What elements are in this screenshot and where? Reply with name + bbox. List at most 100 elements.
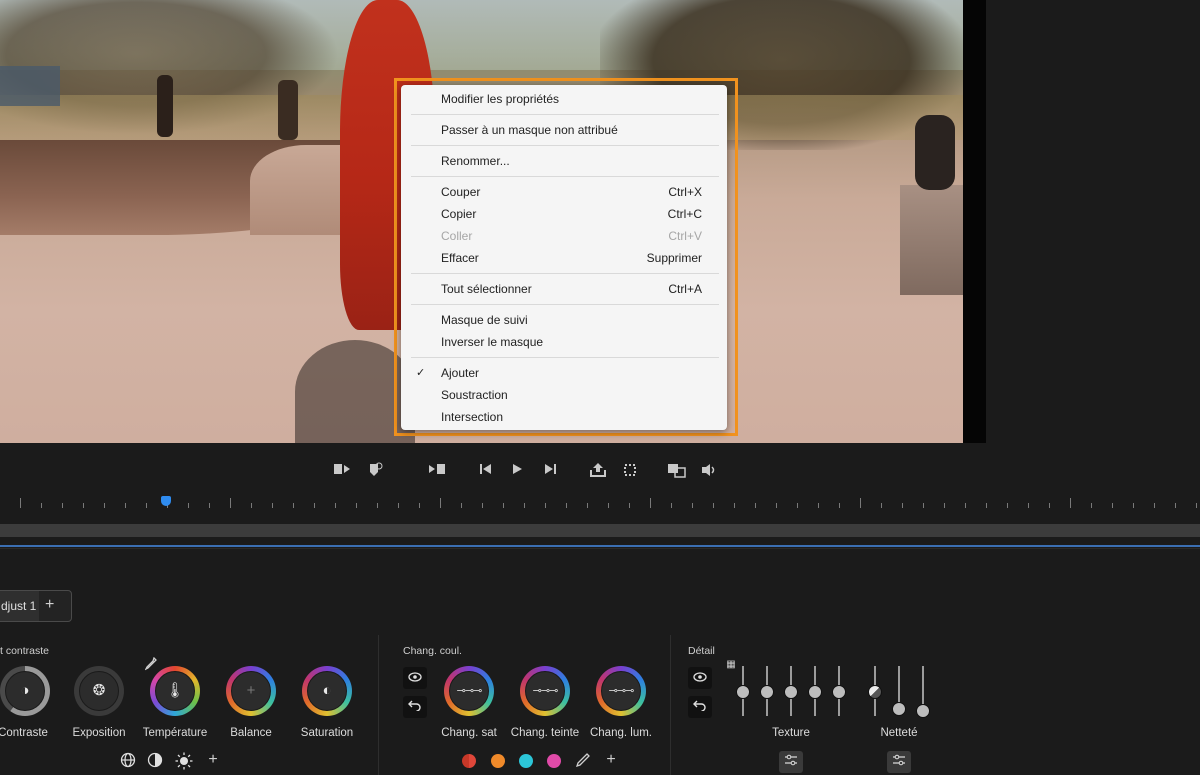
menu-item-effacer[interactable]: Effacer Supprimer (401, 247, 727, 269)
ruler-tick (335, 503, 336, 508)
eye-icon (693, 672, 707, 682)
timeline-ruler[interactable] (0, 496, 1200, 514)
go-to-out-icon[interactable] (539, 462, 561, 480)
add-tab-button[interactable]: + (45, 596, 54, 614)
saturation-icon: ◐ (307, 671, 347, 711)
menu-item-masque-non-attribue[interactable]: Passer à un masque non attribué (401, 119, 727, 141)
brightness-icon[interactable] (174, 752, 194, 773)
chang-teinte-knob[interactable]: ⊸⊸⊸ (520, 666, 570, 716)
track-divider (0, 545, 1200, 547)
temperature-knob[interactable]: 🌡 (150, 666, 200, 716)
balance-knob[interactable]: + (226, 666, 276, 716)
ruler-tick (440, 498, 441, 508)
sharpness-slider-knob[interactable] (892, 702, 906, 716)
half-circle-icon[interactable] (145, 752, 165, 771)
add-adjustment-icon[interactable]: + (203, 751, 223, 769)
play-icon[interactable] (506, 462, 528, 480)
video-ramp (900, 185, 963, 295)
ruler-tick (944, 503, 945, 508)
chang-sat-knob[interactable]: ⊸⊸⊸ (444, 666, 494, 716)
menu-item-ajouter[interactable]: ✓ Ajouter (401, 362, 727, 384)
chang-lum-knob[interactable]: ⊸⊸⊸ (596, 666, 646, 716)
track-divider-shadow (0, 548, 1200, 549)
reset-button[interactable] (403, 696, 427, 718)
globe-icon[interactable] (118, 752, 138, 771)
volume-icon[interactable] (698, 462, 720, 480)
texture-slider-knob[interactable] (760, 685, 774, 699)
loop-icon[interactable] (619, 462, 641, 480)
texture-settings-button[interactable] (779, 751, 803, 773)
export-frame-icon[interactable] (587, 462, 609, 480)
menu-item-couper[interactable]: Couper Ctrl+X (401, 181, 727, 203)
menu-separator (411, 176, 719, 177)
mark-in-icon[interactable] (331, 462, 353, 480)
menu-separator (411, 273, 719, 274)
video-background-skater (278, 80, 298, 140)
ruler-tick (881, 503, 882, 508)
ruler-tick (587, 503, 588, 508)
undo-icon (408, 700, 421, 712)
ruler-tick (104, 503, 105, 508)
marker-icon[interactable] (364, 462, 386, 480)
video-seated-person (915, 115, 955, 190)
detail-reset-button[interactable] (688, 696, 712, 718)
menu-item-intersection[interactable]: Intersection (401, 406, 727, 428)
exposure-knob[interactable]: ❂ (74, 666, 124, 716)
red-swatch[interactable] (462, 754, 476, 768)
menu-item-renommer[interactable]: Renommer... (401, 150, 727, 172)
texture-slider-knob[interactable] (832, 685, 846, 699)
add-color-icon[interactable]: + (601, 751, 621, 769)
sharpness-slider-knob[interactable] (868, 685, 882, 699)
menu-item-inverser-masque[interactable]: Inverser le masque (401, 331, 727, 353)
section-contrast-label: t contraste (0, 645, 50, 657)
ruler-tick (314, 503, 315, 508)
ruler-tick (398, 503, 399, 508)
orange-swatch[interactable] (491, 754, 505, 768)
ruler-tick (818, 503, 819, 508)
ruler-tick (650, 498, 651, 508)
sliders-icon (785, 754, 797, 766)
ruler-tick (965, 503, 966, 508)
visibility-toggle-button[interactable] (403, 667, 427, 689)
menu-separator (411, 304, 719, 305)
section-divider (670, 635, 671, 775)
ruler-tick (545, 503, 546, 508)
sharpness-slider-knob[interactable] (916, 704, 930, 718)
cyan-swatch[interactable] (519, 754, 533, 768)
playhead[interactable] (161, 496, 171, 506)
menu-item-copier[interactable]: Copier Ctrl+C (401, 203, 727, 225)
texture-slider-knob[interactable] (736, 685, 750, 699)
menu-item-modifier-proprietes[interactable]: Modifier les propriétés (401, 88, 727, 110)
ruler-tick (1112, 503, 1113, 508)
contrast-knob[interactable]: ◑ (0, 666, 50, 716)
comparison-view-icon[interactable] (666, 462, 688, 480)
ruler-tick (608, 503, 609, 508)
menu-separator (411, 114, 719, 115)
chang-lum-label: Chang. lum. (589, 727, 652, 739)
preview-margin (986, 0, 1200, 443)
saturation-knob[interactable]: ◐ (302, 666, 352, 716)
check-icon: ✓ (416, 367, 426, 379)
ruler-tick (1133, 503, 1134, 508)
ruler-tick (1154, 503, 1155, 508)
magenta-swatch[interactable] (547, 754, 561, 768)
texture-slider-knob[interactable] (784, 685, 798, 699)
ruler-tick (797, 503, 798, 508)
go-to-in-icon[interactable] (475, 462, 497, 480)
eyedropper-icon[interactable] (573, 753, 593, 772)
menu-item-masque-de-suivi[interactable]: Masque de suivi (401, 309, 727, 331)
undo-icon (693, 700, 706, 712)
ruler-tick (755, 503, 756, 508)
tab-adjust-1[interactable]: djust 1 + (0, 590, 72, 622)
menu-item-tout-selectionner[interactable]: Tout sélectionner Ctrl+A (401, 278, 727, 300)
grain-icon: ▦ (726, 659, 736, 670)
section-detail-label: Détail (688, 645, 715, 657)
texture-slider-knob[interactable] (808, 685, 822, 699)
timeline-scrollbar[interactable] (0, 524, 1200, 537)
ruler-tick (293, 503, 294, 508)
ruler-tick (923, 503, 924, 508)
mark-out-icon[interactable] (426, 462, 448, 480)
menu-item-soustraction[interactable]: Soustraction (401, 384, 727, 406)
detail-visibility-toggle-button[interactable] (688, 667, 712, 689)
sharpness-settings-button[interactable] (887, 751, 911, 773)
